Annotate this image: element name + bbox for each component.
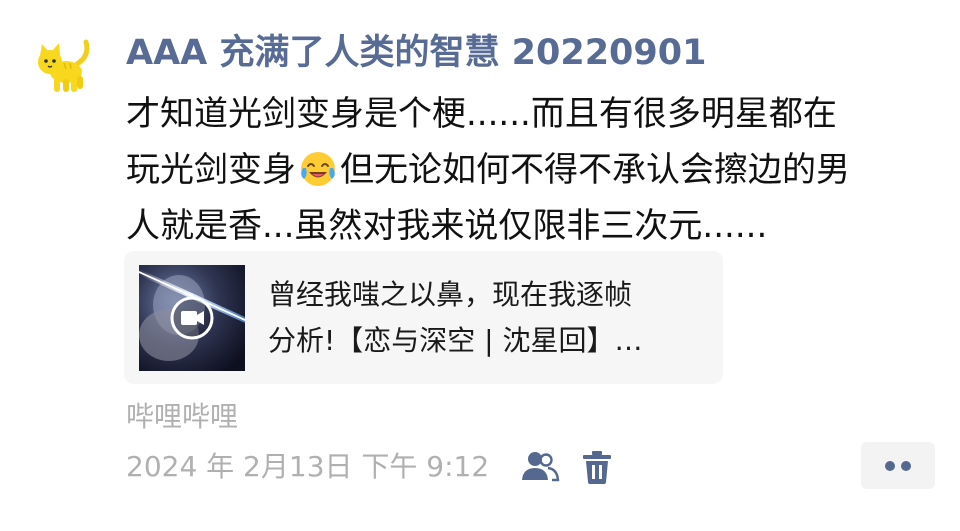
- dot: [885, 461, 895, 471]
- shared-video-title: 曾经我嗤之以鼻，现在我逐帧 分析!【恋与深空 | 沈星回】…: [268, 272, 708, 364]
- yellow-cat-icon: [38, 39, 90, 92]
- dot: [901, 461, 911, 471]
- username[interactable]: AAA 充满了人类的智慧 20220901: [126, 28, 706, 78]
- trash-icon[interactable]: [580, 448, 614, 486]
- post-line: 玩光剑变身 但无论如何不得不承认会擦边的男: [126, 142, 941, 198]
- avatar[interactable]: [30, 34, 96, 100]
- post-line: 人就是香...虽然对我来说仅限非三次元......: [126, 206, 768, 246]
- source-label[interactable]: 哔哩哔哩: [126, 397, 238, 437]
- post-line-segment: 但无论如何不得不承认会擦边的男: [340, 150, 850, 190]
- post-text: 才知道光剑变身是个梗......而且有很多明星都在 玩光剑变身 但无论如何不得不…: [126, 86, 941, 254]
- timestamp: 2024 年 2月13日 下午 9:12: [126, 450, 490, 483]
- post-line: 才知道光剑变身是个梗......而且有很多明星都在: [126, 94, 837, 134]
- post-line-segment: 玩光剑变身: [126, 150, 296, 190]
- more-dots-icon[interactable]: [861, 442, 935, 489]
- shared-video-title-line: 曾经我嗤之以鼻，现在我逐帧: [268, 278, 633, 311]
- video-play-icon: [170, 296, 214, 340]
- shared-video-title-line: 分析!【恋与深空 | 沈星回】…: [268, 324, 643, 357]
- people-icon[interactable]: [520, 448, 560, 486]
- laughing-crying-face-icon: [298, 148, 338, 188]
- shared-video-card[interactable]: 曾经我嗤之以鼻，现在我逐帧 分析!【恋与深空 | 沈星回】…: [124, 251, 723, 384]
- video-thumbnail: [139, 265, 245, 371]
